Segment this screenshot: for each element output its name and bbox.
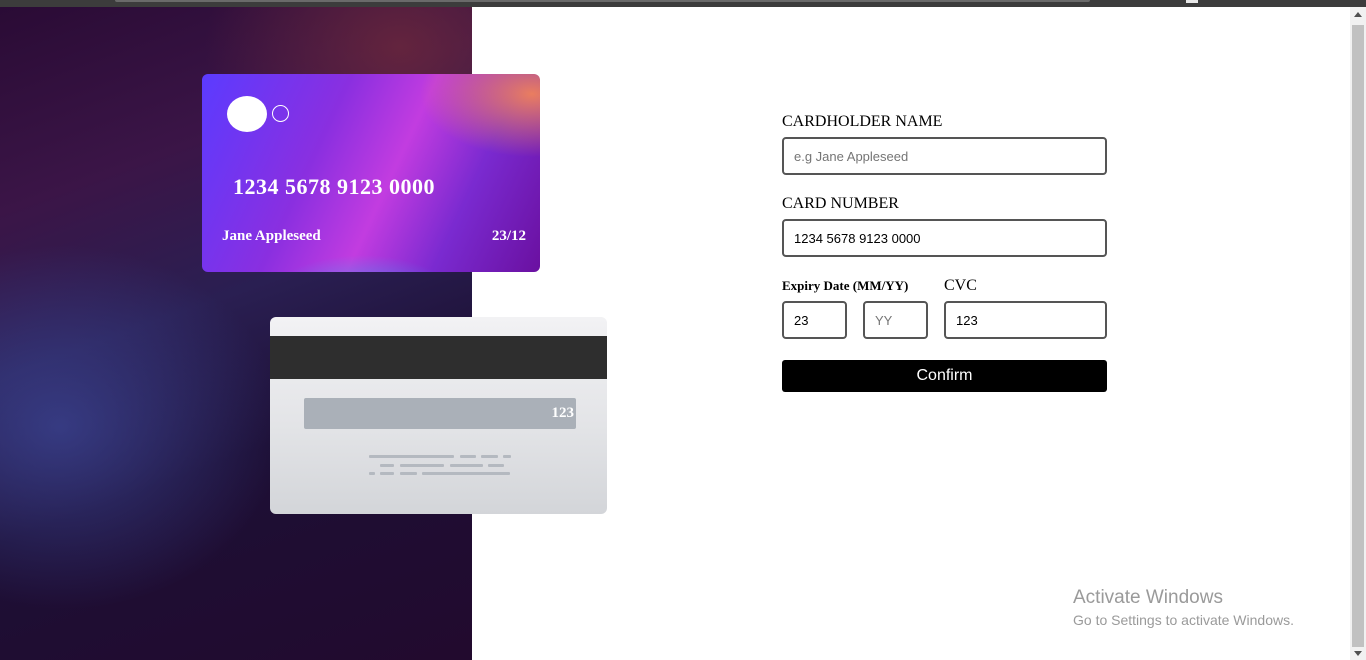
vertical-scrollbar[interactable] [1350,7,1366,660]
card-back-cvc: 123 [551,405,575,421]
browser-indicator-icon [1186,0,1198,3]
card-number-label: CARD NUMBER [782,195,899,212]
card-logo-ring-icon [272,105,289,122]
signature-strip: 123 [304,398,576,429]
browser-top-bar [0,0,1366,7]
cvc-label: CVC [944,277,977,294]
expiry-year-input[interactable] [863,301,928,339]
activate-windows-watermark: Activate Windows Go to Settings to activ… [1073,587,1294,628]
card-front-expiry: 23/12 [491,228,526,244]
scroll-up-arrow-icon[interactable] [1354,12,1362,17]
cardholder-name-label: CARDHOLDER NAME [782,113,943,130]
card-front-number: 1234 5678 9123 0000 [233,174,435,199]
card-logo-circle-icon [227,96,267,132]
cardholder-name-input[interactable] [782,137,1107,175]
card-number-input[interactable] [782,219,1107,257]
browser-tab-strip [115,0,1090,2]
card-back-fine-print-lines [369,455,511,477]
expiry-date-label: Expiry Date (MM/YY) [782,278,909,293]
card-back: 123 [270,317,607,514]
watermark-title: Activate Windows [1073,587,1223,608]
card-front-holder-name: Jane Appleseed [222,228,321,244]
confirm-button[interactable]: Confirm [782,360,1107,392]
scrollbar-thumb[interactable] [1352,25,1364,647]
card-front: 1234 5678 9123 0000 Jane Appleseed 23/12 [202,74,540,272]
magnetic-strip [270,336,607,379]
watermark-subtitle: Go to Settings to activate Windows. [1073,612,1294,628]
scroll-down-arrow-icon[interactable] [1354,651,1362,656]
expiry-month-input[interactable] [782,301,847,339]
cvc-input[interactable] [944,301,1107,339]
